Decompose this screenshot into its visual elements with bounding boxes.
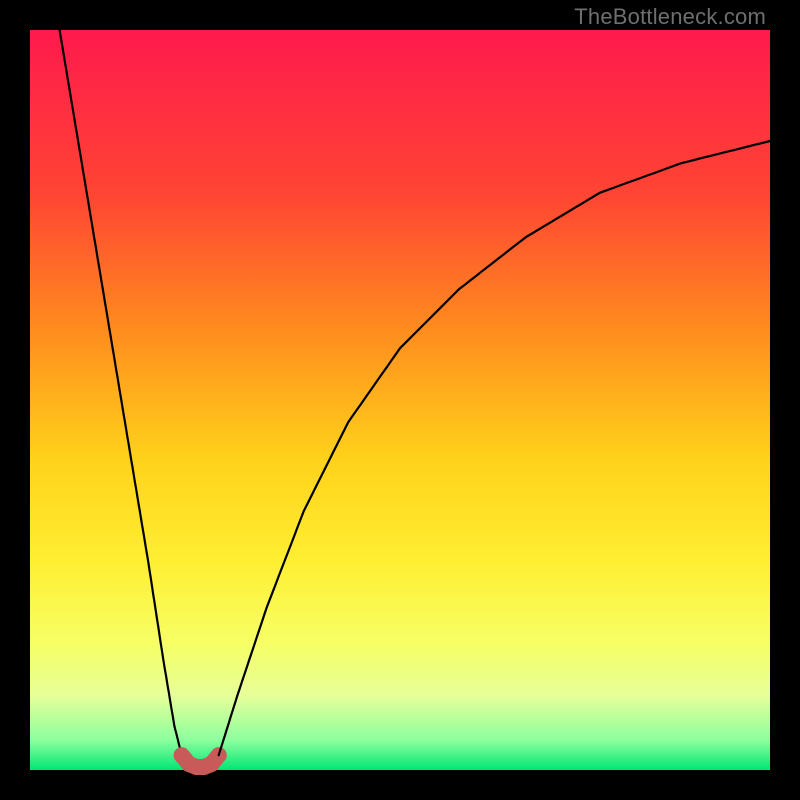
right-branch [219, 141, 770, 755]
chart-curves [30, 30, 770, 770]
watermark-label: TheBottleneck.com [574, 4, 766, 30]
left-branch [60, 30, 182, 755]
